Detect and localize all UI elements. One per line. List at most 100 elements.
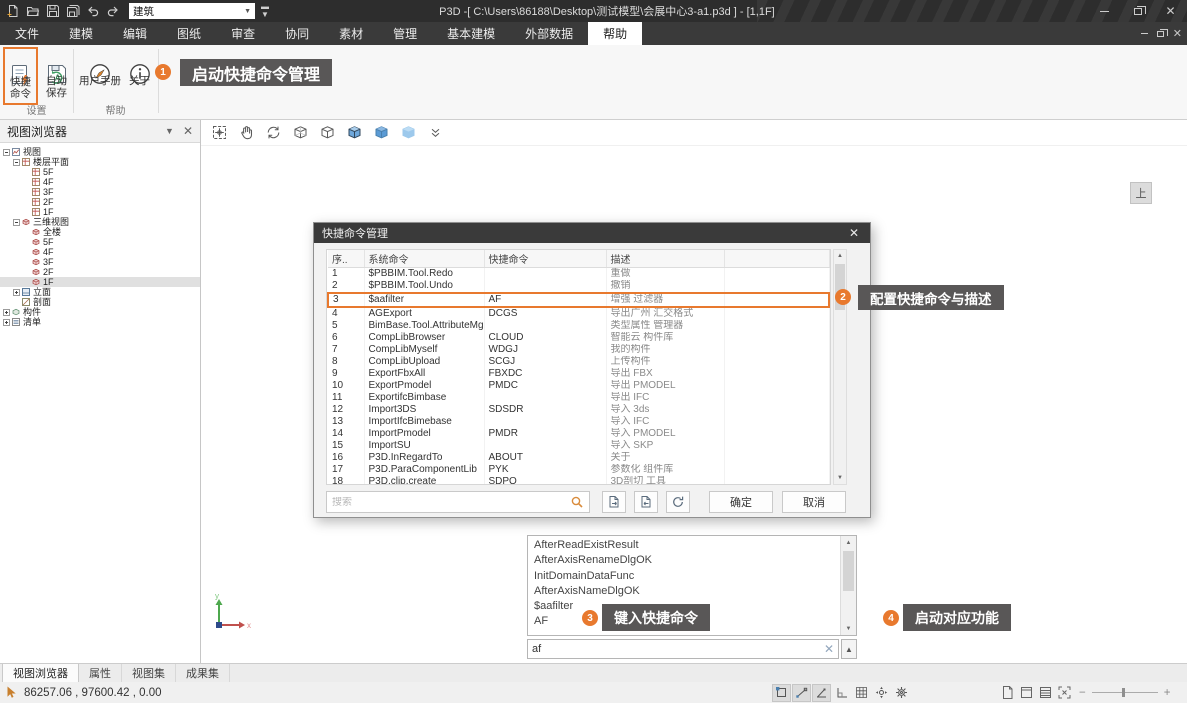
close-button[interactable]: ✕: [1154, 0, 1187, 22]
table-row[interactable]: 12Import3DSSDSDR导入 3ds: [328, 404, 829, 416]
table-row[interactable]: 17P3D.ParaComponentLibPYK参数化 组件库: [328, 464, 829, 476]
table-row[interactable]: 3$aafilterAF增强 过滤器: [328, 293, 829, 307]
viewcube[interactable]: 上: [1130, 182, 1152, 204]
menu-tab-11[interactable]: 帮助: [588, 22, 642, 45]
dialog-search-input[interactable]: [327, 497, 570, 508]
bottom-tab-1[interactable]: 视图浏览器: [2, 664, 79, 682]
table-row[interactable]: 9ExportFbxAllFBXDC导出 FBX: [328, 368, 829, 380]
tree-item-1F[interactable]: 1F: [0, 277, 200, 287]
dialog-scrollbar[interactable]: ▲ ▼: [833, 249, 847, 485]
table-row[interactable]: 14ImportPmodelPMDR导入 PMODEL: [328, 428, 829, 440]
table-row[interactable]: 8CompLibUploadSCGJ上传构件: [328, 356, 829, 368]
auto-save-button[interactable]: A 自动 保存: [41, 47, 72, 105]
navigation-icon[interactable]: [872, 684, 891, 702]
quick-command-button[interactable]: 快捷 命令: [3, 47, 38, 105]
shaded-cube-icon[interactable]: [373, 124, 390, 141]
table-row[interactable]: 1$PBBIM.Tool.Redo重做: [328, 267, 829, 280]
shaded-edges-cube-icon[interactable]: [346, 124, 363, 141]
collapse-icon[interactable]: [13, 219, 20, 226]
tree-item-三维视图[interactable]: 三维视图: [0, 217, 200, 227]
tree-item-4F[interactable]: 4F: [0, 247, 200, 257]
dialog-titlebar[interactable]: 快捷命令管理 ✕: [314, 223, 870, 243]
menu-tab-5[interactable]: 审查: [216, 22, 270, 45]
ortho-snap-icon[interactable]: [812, 684, 831, 702]
table-row[interactable]: 5BimBase.Tool.AttributeMgn类型属性 管理器: [328, 320, 829, 332]
tree-item-剖面[interactable]: 剖面: [0, 297, 200, 307]
scroll-up-icon[interactable]: ▲: [834, 250, 846, 262]
table-row[interactable]: 4AGExportDCGS导出广州 汇交格式: [328, 307, 829, 320]
zoom-extents-icon[interactable]: [211, 124, 228, 141]
new-file-icon[interactable]: [6, 4, 20, 18]
realistic-cube-icon[interactable]: [400, 124, 417, 141]
ok-button[interactable]: 确定: [709, 491, 773, 513]
command-input[interactable]: [528, 643, 824, 655]
collapse-icon[interactable]: [13, 159, 20, 166]
tree-item-3F[interactable]: 3F: [0, 257, 200, 267]
orbit-icon[interactable]: [265, 124, 282, 141]
cancel-button[interactable]: 取消: [782, 491, 846, 513]
settings-gear-icon[interactable]: [892, 684, 911, 702]
user-manual-button[interactable]: 用户手册: [77, 47, 123, 105]
column-header-2[interactable]: 系统命令: [364, 250, 484, 267]
tree-item-全楼[interactable]: 全楼: [0, 227, 200, 237]
save-all-icon[interactable]: [66, 4, 80, 18]
menu-tab-6[interactable]: 协同: [270, 22, 324, 45]
column-header-3[interactable]: 快捷命令: [484, 250, 606, 267]
tree-item-视图[interactable]: 视图: [0, 147, 200, 157]
mdi-close-icon[interactable]: ✕: [1173, 28, 1182, 40]
menu-tab-3[interactable]: 编辑: [108, 22, 162, 45]
history-item[interactable]: InitDomainDataFunc: [534, 569, 839, 584]
history-item[interactable]: AfterReadExistResult: [534, 538, 839, 553]
tree-item-构件[interactable]: 构件: [0, 307, 200, 317]
import-commands-button[interactable]: [634, 491, 658, 513]
menu-tab-9[interactable]: 基本建模: [432, 22, 510, 45]
zoom-in-icon[interactable]: +: [1164, 687, 1171, 699]
object-snap-icon[interactable]: [772, 684, 791, 702]
console-scrollbar[interactable]: ▲ ▼: [840, 536, 856, 635]
minimize-button[interactable]: [1088, 0, 1121, 22]
mdi-restore-icon[interactable]: [1157, 31, 1164, 37]
scroll-up-icon[interactable]: ▲: [841, 536, 856, 549]
zoom-slider[interactable]: − +: [1079, 687, 1170, 699]
clear-input-icon[interactable]: ✕: [824, 642, 834, 656]
save-icon[interactable]: [46, 4, 60, 18]
table-row[interactable]: 7CompLibMyselfWDGJ我的构件: [328, 344, 829, 356]
menu-tab-2[interactable]: 建模: [54, 22, 108, 45]
fit-screen-icon[interactable]: [1057, 685, 1072, 700]
table-row[interactable]: 13ImportIfcBimebase导入 IFC: [328, 416, 829, 428]
tree-item-1F[interactable]: 1F: [0, 207, 200, 217]
tree-item-楼层平面[interactable]: 楼层平面: [0, 157, 200, 167]
open-icon[interactable]: [26, 4, 40, 18]
column-header-1[interactable]: 序..: [328, 250, 364, 267]
zoom-slider-thumb[interactable]: [1122, 688, 1125, 697]
zoom-out-icon[interactable]: −: [1079, 687, 1086, 699]
collapse-icon[interactable]: [3, 149, 10, 156]
tile-windows-icon[interactable]: [1038, 685, 1053, 700]
tree-item-立面[interactable]: 立面: [0, 287, 200, 297]
table-row[interactable]: 2$PBBIM.Tool.Undo撤销: [328, 280, 829, 293]
tree-item-4F[interactable]: 4F: [0, 177, 200, 187]
table-row[interactable]: 10ExportPmodelPMDC导出 PMODEL: [328, 380, 829, 392]
column-header-5[interactable]: [724, 250, 829, 267]
menu-tab-8[interactable]: 管理: [378, 22, 432, 45]
tree-item-清单[interactable]: 清单: [0, 317, 200, 327]
qat-customize-button[interactable]: ▬▼: [261, 3, 269, 19]
export-commands-button[interactable]: [602, 491, 626, 513]
wireframe-cube-icon[interactable]: [292, 124, 309, 141]
undo-icon[interactable]: [86, 4, 100, 18]
bottom-tab-4[interactable]: 成果集: [176, 664, 230, 682]
tree-item-5F[interactable]: 5F: [0, 167, 200, 177]
tree-item-2F[interactable]: 2F: [0, 267, 200, 277]
cascade-windows-icon[interactable]: [1019, 685, 1034, 700]
menu-tab-4[interactable]: 图纸: [162, 22, 216, 45]
table-row[interactable]: 16P3D.InRegardToABOUT关于: [328, 452, 829, 464]
history-item[interactable]: AfterAxisRenameDlgOK: [534, 553, 839, 568]
expand-icon[interactable]: [13, 289, 20, 296]
new-view-icon[interactable]: [1000, 685, 1015, 700]
tree-item-2F[interactable]: 2F: [0, 197, 200, 207]
dialog-close-icon[interactable]: ✕: [846, 226, 862, 240]
workset-dropdown[interactable]: 建筑 ▼: [129, 3, 255, 19]
column-header-4[interactable]: 描述: [606, 250, 724, 267]
redo-icon[interactable]: [106, 4, 120, 18]
table-row[interactable]: 11ExportifcBimbase导出 IFC: [328, 392, 829, 404]
